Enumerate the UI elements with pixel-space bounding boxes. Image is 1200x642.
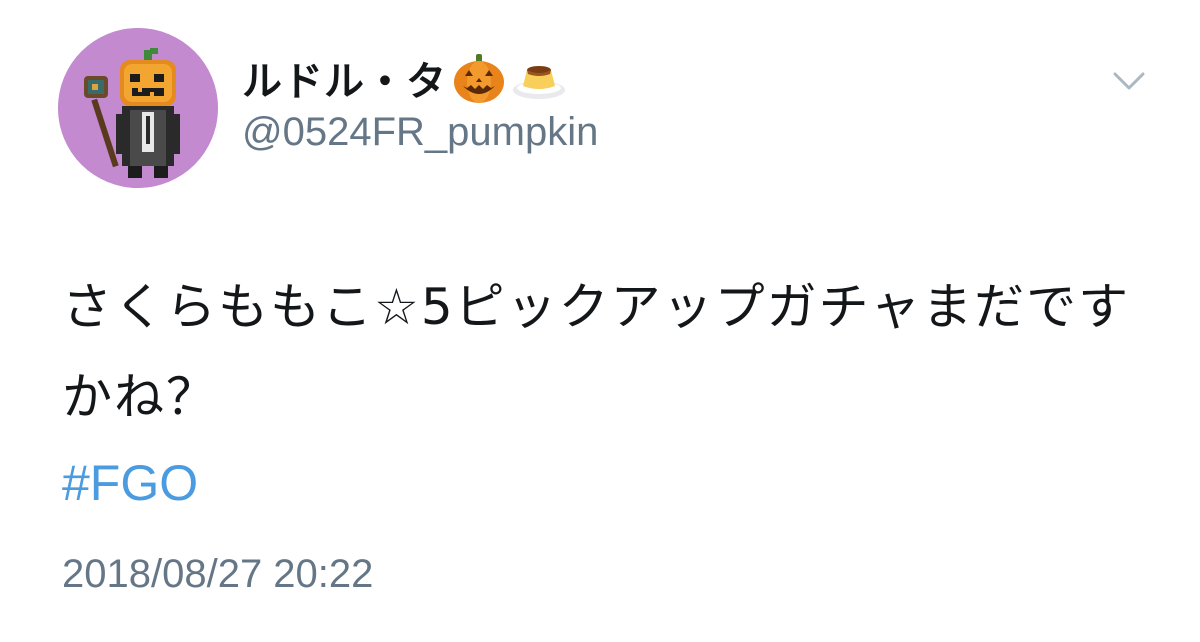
tweet-timestamp[interactable]: 2018/08/27 20:22 — [62, 552, 373, 597]
hashtag-link[interactable]: #FGO — [62, 454, 198, 512]
avatar[interactable] — [58, 28, 218, 188]
pumpkin-character-icon — [58, 28, 218, 188]
chevron-down-icon[interactable] — [1112, 70, 1146, 92]
custard-pudding-icon — [511, 50, 567, 106]
jack-o-lantern-icon — [451, 50, 507, 106]
author-name-row[interactable]: ルドル・タ — [242, 46, 567, 110]
tweet-text: さくらももこ☆5ピックアップガチャまだですかね？ — [62, 278, 1131, 426]
author-handle[interactable]: @0524FR_pumpkin — [242, 110, 598, 155]
tweet-card: ルドル・タ @0524FR_pumpkin さくらももこ☆5ピックアップガチャま… — [0, 0, 1200, 642]
display-name[interactable]: ルドル・タ — [242, 49, 447, 107]
